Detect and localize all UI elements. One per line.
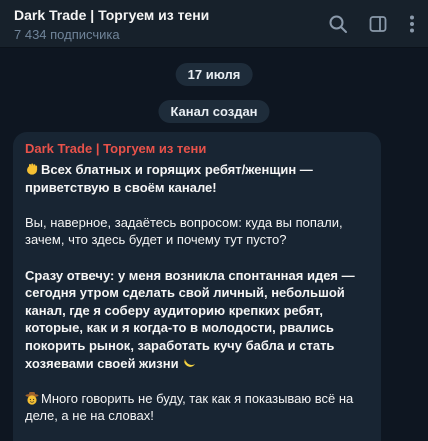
cowboy-face-emoji bbox=[25, 391, 39, 405]
message-p1: Всех блатных и горящих ребят/женщин — пр… bbox=[25, 162, 313, 195]
message-paragraph-answer: Сразу отвечу: у меня возникла спонтанная… bbox=[25, 267, 369, 373]
sidebar-toggle-icon[interactable] bbox=[367, 13, 389, 35]
chat-header: Dark Trade | Торгуем из тени 7 434 подпи… bbox=[0, 0, 428, 48]
date-separator: 17 июля bbox=[175, 63, 253, 86]
more-vertical-icon[interactable] bbox=[401, 13, 423, 35]
channel-title[interactable]: Dark Trade | Торгуем из тени bbox=[14, 7, 209, 23]
service-message: Канал создан bbox=[158, 100, 270, 123]
message-p2: Вы, наверное, задаётесь вопросом: куда в… bbox=[25, 214, 343, 248]
message-p4: Много говорить не буду, так как я показы… bbox=[25, 390, 354, 424]
message-sender[interactable]: Dark Trade | Торгуем из тени bbox=[25, 141, 369, 157]
subscriber-count: 7 434 подписчика bbox=[14, 27, 120, 42]
message-text: Всех блатных и горящих ребят/женщин — пр… bbox=[25, 161, 369, 425]
banana-emoji bbox=[182, 356, 196, 370]
message-paragraph-question: Вы, наверное, задаётесь вопросом: куда в… bbox=[25, 214, 369, 249]
channel-message[interactable]: Dark Trade | Торгуем из тени Всех блатны… bbox=[13, 132, 381, 441]
message-paragraph-closing: Много говорить не буду, так как я показы… bbox=[25, 390, 369, 425]
message-paragraph-greeting: Всех блатных и горящих ребят/женщин — пр… bbox=[25, 161, 369, 196]
search-icon[interactable] bbox=[327, 13, 349, 35]
waving-hand-emoji bbox=[25, 162, 39, 176]
